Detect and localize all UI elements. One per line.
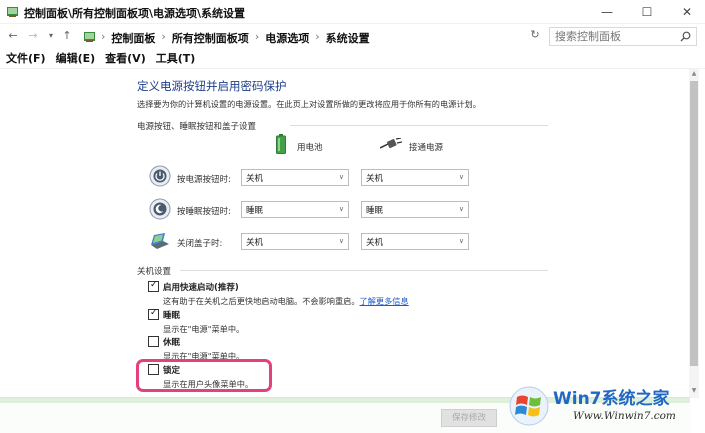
sleep-button-icon [149, 198, 171, 220]
menu-bar: 文件(F) 编辑(E) 查看(V) 工具(T) [0, 50, 705, 68]
maximize-button[interactable]: ☐ [630, 0, 664, 24]
recent-locations-button[interactable]: ▾ [44, 28, 58, 44]
breadcrumb-separator: › [315, 30, 320, 43]
fast-startup-label[interactable]: 启用快速启动(推荐) [163, 281, 239, 293]
window-title: 控制面板\所有控制面板项\电源选项\系统设置 [24, 7, 246, 20]
sleep-checkbox[interactable]: ✓ [148, 308, 159, 320]
breadcrumb-separator: › [254, 30, 260, 43]
lock-option-highlight [136, 359, 272, 392]
checkmark-icon: ✓ [150, 308, 158, 318]
watermark: Win7系统之家 Www.Winwin7.com [507, 384, 705, 433]
hibernate-label[interactable]: 休眠 [163, 336, 180, 348]
power-button-action-label: 按电源按钮时: [177, 175, 231, 185]
section-divider [290, 125, 548, 126]
breadcrumb-control-panel[interactable]: 控制面板 [111, 30, 155, 46]
address-bar[interactable]: › 控制面板 › 所有控制面板项 › 电源选项 › 系统设置 ∨ [80, 26, 605, 46]
close-button[interactable]: ✕ [670, 0, 704, 24]
windows-logo-icon [509, 386, 549, 426]
breadcrumb-power-options[interactable]: 电源选项 [265, 30, 309, 46]
sleep-button-battery-select[interactable]: 睡眠 ∨ [241, 201, 349, 218]
section-divider [180, 270, 548, 271]
close-lid-plugged-select[interactable]: 关机 ∨ [361, 233, 469, 250]
control-panel-icon [7, 7, 18, 17]
sleep-label[interactable]: 睡眠 [163, 309, 180, 321]
refresh-button[interactable]: ↻ [528, 28, 542, 42]
sleep-description: 显示在"电源"菜单中。 [163, 324, 245, 334]
minimize-button[interactable]: — [590, 0, 624, 24]
page-description: 选择要为你的计算机设置的电源设置。在此页上对设置所做的更改将应用于你所有的电源计… [137, 99, 481, 109]
forward-button[interactable]: → [26, 28, 40, 44]
close-lid-action-label: 关闭盖子时: [177, 239, 223, 249]
search-box[interactable] [549, 27, 697, 46]
back-button[interactable]: ← [6, 28, 20, 44]
breadcrumb-separator: › [161, 30, 166, 43]
fast-startup-checkbox[interactable]: ✓ [148, 280, 159, 292]
scrollbar-thumb[interactable] [690, 81, 698, 366]
breadcrumb-all-items[interactable]: 所有控制面板项 [172, 30, 249, 46]
power-button-battery-select[interactable]: 关机 ∨ [241, 169, 349, 186]
up-button[interactable]: ↑ [60, 28, 74, 44]
watermark-url: Www.Winwin7.com [573, 410, 676, 422]
menu-view[interactable]: 查看(V) [105, 50, 146, 68]
sleep-button-plugged-select[interactable]: 睡眠 ∨ [361, 201, 469, 218]
navigation-bar: ← → ▾ ↑ › 控制面板 › 所有控制面板项 › 电源选项 › 系统设置 ∨… [0, 24, 705, 48]
chevron-down-icon: ∨ [458, 205, 464, 213]
page-title: 定义电源按钮并启用密码保护 [137, 79, 287, 93]
chevron-down-icon: ∨ [338, 237, 344, 245]
plugged-in-column-header: 接通电源 [409, 143, 444, 153]
settings-content: ▲ ▼ 定义电源按钮并启用密码保护 选择要为你的计算机设置的电源设置。在此页上对… [0, 68, 705, 398]
fast-startup-description: 这有助于在关机之后更快地启动电脑。不会影响重启。了解更多信息 [163, 296, 409, 306]
on-battery-column-header: 用电池 [297, 143, 323, 153]
power-button-icon [149, 165, 171, 187]
learn-more-link[interactable]: 了解更多信息 [360, 296, 409, 306]
power-buttons-section-title: 电源按钮、睡眠按钮和盖子设置 [137, 122, 257, 132]
watermark-title: Win7系统之家 [553, 389, 670, 409]
battery-icon [276, 134, 286, 154]
title-bar: 控制面板\所有控制面板项\电源选项\系统设置 — ☐ ✕ [0, 0, 705, 24]
menu-file[interactable]: 文件(F) [6, 50, 46, 68]
breadcrumb-system-settings[interactable]: 系统设置 [326, 30, 370, 46]
laptop-lid-icon [151, 233, 169, 249]
close-lid-battery-select[interactable]: 关机 ∨ [241, 233, 349, 250]
chevron-down-icon: ∨ [458, 173, 464, 181]
chevron-down-icon: ∨ [458, 237, 464, 245]
power-button-plugged-select[interactable]: 关机 ∨ [361, 169, 469, 186]
hibernate-checkbox[interactable] [148, 336, 159, 347]
chevron-down-icon: ∨ [338, 205, 344, 213]
search-input[interactable] [550, 28, 670, 45]
chevron-down-icon: ∨ [338, 173, 344, 181]
power-plug-icon [380, 138, 402, 149]
breadcrumb-separator: › [101, 30, 106, 43]
control-panel-icon [84, 32, 95, 42]
shutdown-section-title: 关机设置 [137, 267, 172, 277]
search-icon[interactable] [680, 31, 691, 42]
vertical-scrollbar[interactable]: ▲ ▼ [689, 69, 699, 398]
sleep-button-action-label: 按睡眠按钮时: [177, 207, 231, 217]
checkmark-icon: ✓ [150, 280, 158, 290]
scroll-up-arrow-icon[interactable]: ▲ [689, 70, 699, 80]
save-changes-button[interactable]: 保存修改 [441, 409, 497, 427]
menu-edit[interactable]: 编辑(E) [56, 50, 96, 68]
menu-tools[interactable]: 工具(T) [156, 50, 196, 68]
breadcrumb: › 控制面板 › 所有控制面板项 › 电源选项 › 系统设置 [101, 30, 370, 46]
